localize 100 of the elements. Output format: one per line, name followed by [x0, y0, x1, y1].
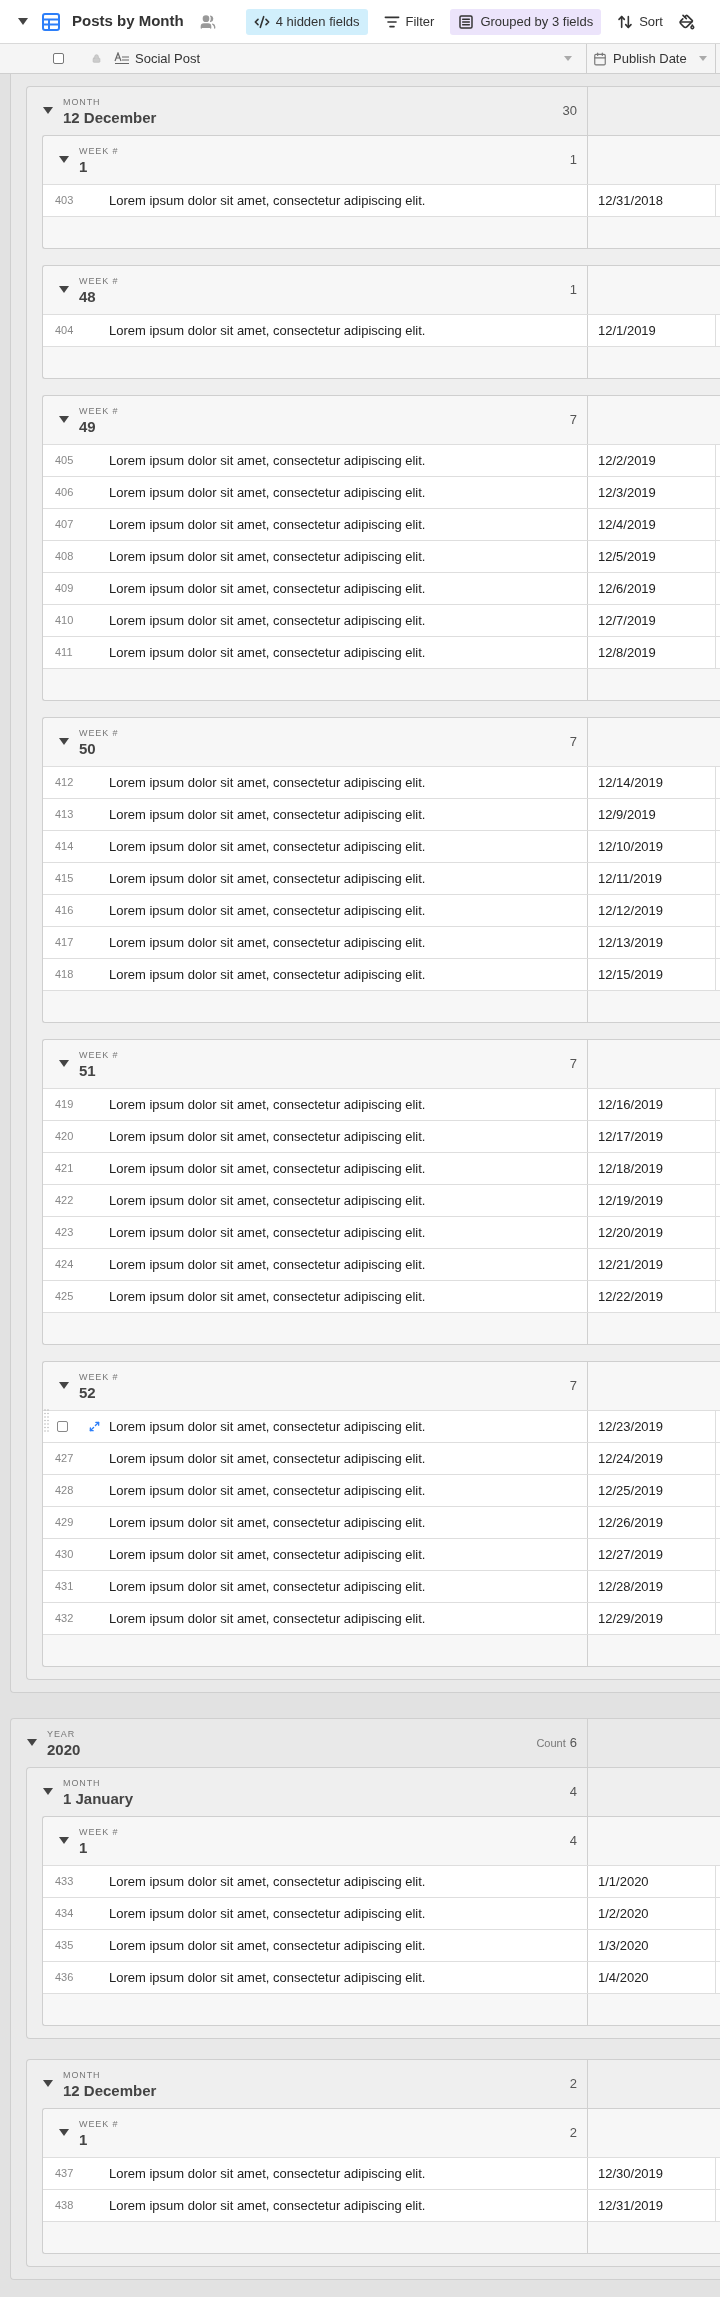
- post-cell-text: Lorem ipsum dolor sit amet, consectetur adipiscing elit.: [109, 1417, 426, 1436]
- date-cell-text: 12/21/2019: [598, 1255, 664, 1274]
- collapse-caret-icon[interactable]: [27, 1739, 37, 1747]
- row-number: 425: [55, 1289, 74, 1305]
- date-cell-text: 12/29/2019: [598, 1609, 664, 1628]
- grid-view-icon: [42, 12, 60, 31]
- post-cell-text: Lorem ipsum dolor sit amet, consectetur adipiscing elit.: [109, 1449, 426, 1468]
- group-label: WEEK #: [79, 1049, 119, 1061]
- collapse-caret-icon[interactable]: [43, 107, 53, 115]
- date-cell-text: 12/24/2019: [598, 1449, 664, 1468]
- date-cell-text: 12/2/2019: [598, 451, 656, 470]
- collapse-caret-icon[interactable]: [59, 738, 69, 746]
- group-value: 1: [79, 157, 89, 177]
- select-all-checkbox[interactable]: [53, 53, 64, 64]
- date-cell-text: 12/10/2019: [598, 837, 664, 856]
- group-button[interactable]: Grouped by 3 fields: [450, 8, 602, 35]
- collapse-caret-icon[interactable]: [59, 286, 69, 294]
- sort-icon: [617, 13, 634, 30]
- post-cell-text: Lorem ipsum dolor sit amet, consectetur adipiscing elit.: [109, 1095, 426, 1114]
- date-cell-text: 12/18/2019: [598, 1159, 664, 1178]
- row-number: 415: [55, 871, 74, 887]
- date-cell-text: 12/23/2019: [598, 1417, 664, 1436]
- row-checkbox[interactable]: [57, 1421, 68, 1432]
- row-number: 404: [55, 323, 74, 339]
- group-value: 1 January: [63, 1789, 134, 1809]
- group-count: 1: [569, 151, 577, 170]
- group-label: WEEK #: [79, 405, 119, 417]
- post-cell-text: Lorem ipsum dolor sit amet, consectetur adipiscing elit.: [109, 1481, 426, 1500]
- date-cell-text: 12/3/2019: [598, 483, 656, 502]
- post-cell-text: Lorem ipsum dolor sit amet, consectetur adipiscing elit.: [109, 579, 426, 598]
- group-value: 50: [79, 739, 97, 759]
- date-cell-text: 12/25/2019: [598, 1481, 664, 1500]
- date-cell-text: 12/20/2019: [598, 1223, 664, 1242]
- collapse-caret-icon[interactable]: [59, 1382, 69, 1390]
- post-cell-text: Lorem ipsum dolor sit amet, consectetur adipiscing elit.: [109, 2164, 426, 2183]
- post-cell-text: Lorem ipsum dolor sit amet, consectetur adipiscing elit.: [109, 1191, 426, 1210]
- post-cell-text: Lorem ipsum dolor sit amet, consectetur adipiscing elit.: [109, 901, 426, 920]
- row-number: 434: [55, 1906, 74, 1922]
- group-label: WEEK #: [79, 275, 119, 287]
- row-number: 436: [55, 1970, 74, 1986]
- row-number: 421: [55, 1161, 74, 1177]
- collapse-caret-icon[interactable]: [59, 1060, 69, 1068]
- drag-handle-icon[interactable]: [44, 1408, 49, 1434]
- column-header[interactable]: Social Post: [135, 48, 201, 69]
- date-cell-text: 12/15/2019: [598, 965, 664, 984]
- date-cell-text: 1/2/2020: [598, 1904, 649, 1923]
- collapse-caret-icon[interactable]: [43, 1788, 53, 1796]
- date-cell-text: 1/3/2020: [598, 1936, 649, 1955]
- date-cell-text: 12/27/2019: [598, 1545, 664, 1564]
- group-count: 7: [569, 1377, 577, 1396]
- date-cell-text: 12/8/2019: [598, 643, 656, 662]
- date-cell-text: 12/14/2019: [598, 773, 664, 792]
- sort-button[interactable]: Sort: [609, 8, 671, 35]
- date-cell-text: 12/19/2019: [598, 1191, 664, 1210]
- collapse-caret-icon[interactable]: [59, 1837, 69, 1845]
- date-cell-text: 12/7/2019: [598, 611, 656, 630]
- row-number: 423: [55, 1225, 74, 1241]
- date-cell-text: 12/12/2019: [598, 901, 664, 920]
- row-number: 407: [55, 517, 74, 533]
- row-number: 409: [55, 581, 74, 597]
- view-menu-caret-icon[interactable]: [18, 17, 28, 26]
- row-number: 411: [55, 645, 73, 661]
- post-cell-text: Lorem ipsum dolor sit amet, consectetur adipiscing elit.: [109, 451, 426, 470]
- date-cell-text: 12/9/2019: [598, 805, 656, 824]
- paint-bucket-icon[interactable]: [679, 13, 695, 30]
- row-number: 405: [55, 453, 74, 469]
- group-value: 2020: [47, 1740, 81, 1760]
- date-cell-text: 1/4/2020: [598, 1968, 649, 1987]
- row-number: 419: [55, 1097, 74, 1113]
- post-cell-text: Lorem ipsum dolor sit amet, consectetur adipiscing elit.: [109, 773, 426, 792]
- code-icon: [253, 13, 270, 30]
- post-cell-text: Lorem ipsum dolor sit amet, consectetur adipiscing elit.: [109, 1577, 426, 1596]
- group-label: WEEK #: [79, 727, 119, 739]
- group-label: MONTH: [63, 96, 102, 108]
- hidden-button[interactable]: 4 hidden fields: [245, 8, 368, 35]
- view-name[interactable]: Posts by Month: [72, 10, 184, 33]
- row-number: 437: [55, 2166, 74, 2182]
- collapse-caret-icon[interactable]: [59, 156, 69, 164]
- post-cell-text: Lorem ipsum dolor sit amet, consectetur adipiscing elit.: [109, 1287, 426, 1306]
- group-value: 52: [79, 1383, 97, 1403]
- post-cell-text: Lorem ipsum dolor sit amet, consectetur adipiscing elit.: [109, 321, 426, 340]
- post-cell-text: Lorem ipsum dolor sit amet, consectetur adipiscing elit.: [109, 1223, 426, 1242]
- column-header[interactable]: Publish Date: [613, 48, 687, 69]
- collapse-caret-icon[interactable]: [59, 2129, 69, 2137]
- row-number: 420: [55, 1129, 74, 1145]
- collapse-caret-icon[interactable]: [59, 416, 69, 424]
- people-icon[interactable]: [199, 13, 216, 30]
- row-number: 406: [55, 485, 74, 501]
- filter-button[interactable]: Filter: [375, 8, 443, 35]
- date-cell-text: 12/22/2019: [598, 1287, 664, 1306]
- group-count: 6: [569, 1734, 577, 1753]
- group-count: 30: [562, 102, 577, 121]
- date-cell-text: 12/4/2019: [598, 515, 656, 534]
- date-cell-text: 12/1/2019: [598, 321, 656, 340]
- post-cell-text: Lorem ipsum dolor sit amet, consectetur adipiscing elit.: [109, 2196, 426, 2215]
- collapse-caret-icon[interactable]: [43, 2080, 53, 2088]
- post-cell-text: Lorem ipsum dolor sit amet, consectetur adipiscing elit.: [109, 1513, 426, 1532]
- post-cell-text: Lorem ipsum dolor sit amet, consectetur adipiscing elit.: [109, 805, 426, 824]
- group-label: YEAR: [47, 1728, 77, 1740]
- expand-icon[interactable]: [89, 1421, 100, 1432]
